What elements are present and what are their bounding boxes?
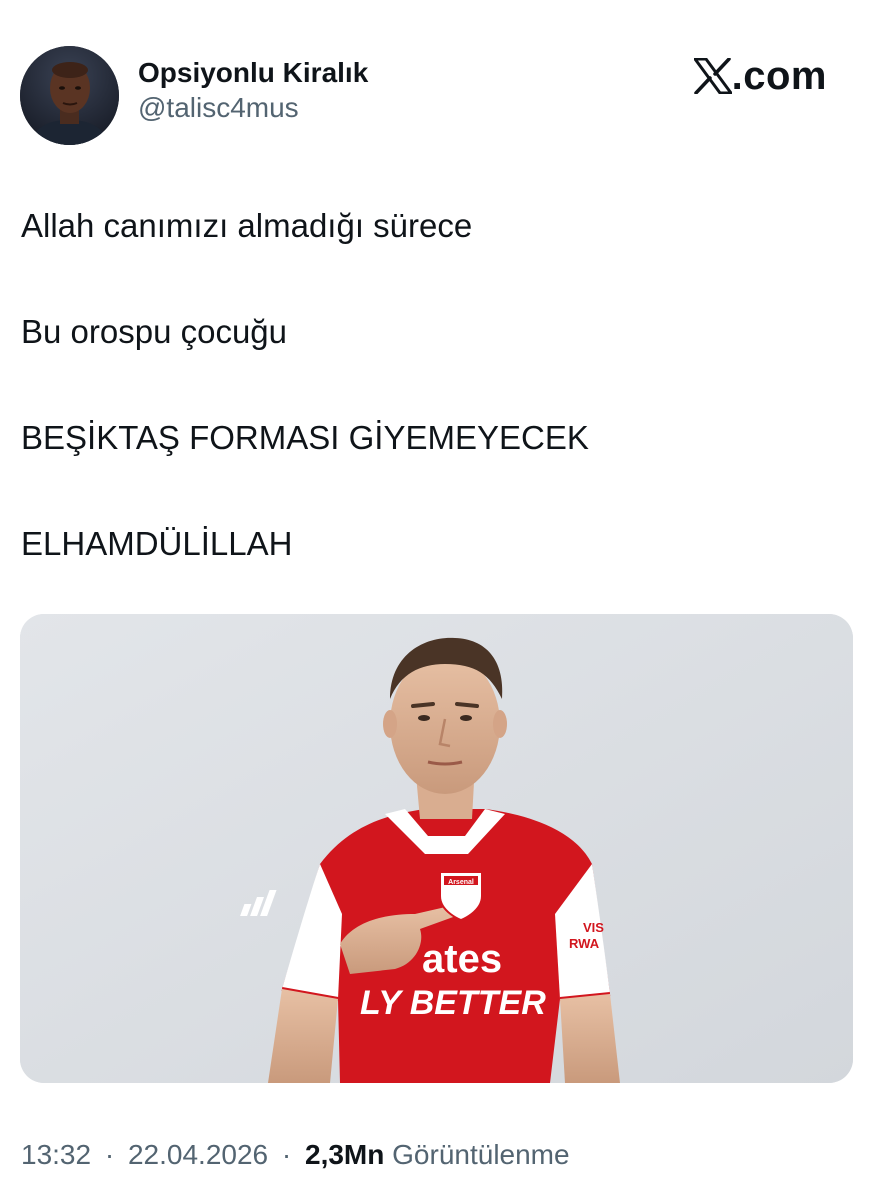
- kit-sponsor-text-bottom: LY BETTER: [360, 984, 546, 1022]
- club-crest-text: Arsenal: [448, 879, 474, 886]
- tweet-line: Bu orospu çocuğu: [21, 313, 288, 350]
- tweet-header: Opsiyonlu Kiralık @talisc4mus .com: [20, 46, 853, 146]
- player-photo: Arsenal ates LY BETTER VIS RWA: [20, 614, 853, 1083]
- x-com-logo: .com: [693, 54, 827, 98]
- tweet-line: Allah canımızı almadığı sürece: [21, 207, 473, 244]
- meta-separator: ·: [281, 1139, 292, 1170]
- tweet-media-photo[interactable]: Arsenal ates LY BETTER VIS RWA: [20, 614, 853, 1083]
- sleeve-sponsor-bottom: RWA: [569, 936, 600, 951]
- tweet-line: BEŞİKTAŞ FORMASI GİYEMEYECEK: [21, 419, 589, 456]
- meta-separator: ·: [104, 1139, 115, 1170]
- tweet-meta: 13:32 · 22.04.2026 · 2,3Mn Görüntülenme: [21, 1135, 570, 1175]
- tweet-line: ELHAMDÜLİLLAH: [21, 525, 293, 562]
- x-com-domain-suffix: .com: [731, 54, 827, 98]
- tweet-date[interactable]: 22.04.2026: [128, 1139, 268, 1170]
- x-logo-icon: [693, 58, 732, 94]
- avatar-image: [20, 46, 119, 145]
- views-label: Görüntülenme: [392, 1139, 570, 1170]
- display-name[interactable]: Opsiyonlu Kiralık: [138, 56, 368, 90]
- user-info[interactable]: Opsiyonlu Kiralık @talisc4mus: [138, 56, 368, 126]
- tweet-time[interactable]: 13:32: [21, 1139, 91, 1170]
- sleeve-sponsor-top: VIS: [583, 920, 604, 935]
- views-count[interactable]: 2,3Mn: [305, 1139, 384, 1170]
- user-handle[interactable]: @talisc4mus: [138, 90, 368, 126]
- tweet-text: Allah canımızı almadığı sürece Bu orospu…: [21, 200, 851, 570]
- avatar[interactable]: [20, 46, 119, 145]
- kit-sponsor-text-top: ates: [422, 937, 502, 981]
